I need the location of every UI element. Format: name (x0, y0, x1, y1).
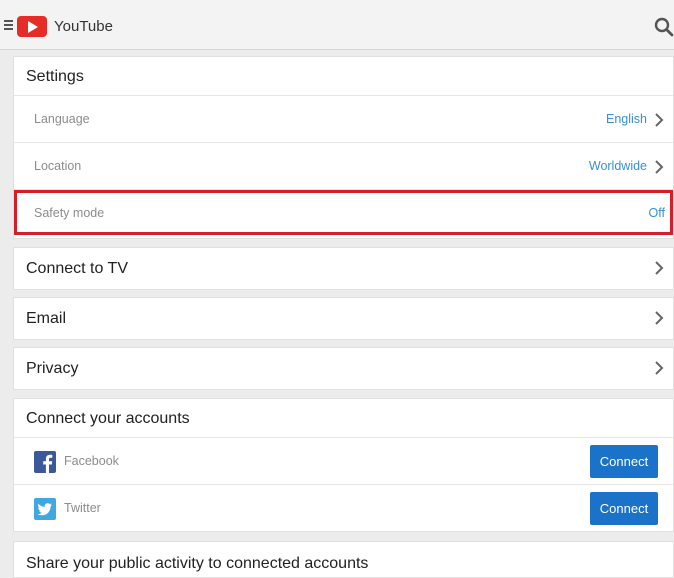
share-title: Share your public activity to connected … (26, 555, 369, 572)
share-card: Share your public activity to connected … (13, 541, 674, 578)
privacy-row[interactable]: Privacy (14, 348, 673, 389)
facebook-icon (34, 451, 56, 473)
privacy-card[interactable]: Privacy (13, 347, 674, 390)
connect-tv-row[interactable]: Connect to TV (14, 248, 673, 289)
facebook-connect-button[interactable]: Connect (590, 445, 658, 478)
safety-mode-value: Off (648, 206, 665, 220)
email-card[interactable]: Email (13, 297, 674, 340)
app-header: YouTube (0, 0, 674, 50)
chevron-right-icon (655, 261, 664, 275)
facebook-label: Facebook (64, 454, 119, 468)
facebook-row: Facebook Connect (14, 438, 673, 485)
safety-mode-label: Safety mode (34, 206, 105, 220)
app-title: YouTube (54, 18, 113, 35)
email-row[interactable]: Email (14, 298, 673, 339)
location-row[interactable]: Location Worldwide (14, 143, 673, 190)
search-icon[interactable] (654, 17, 674, 37)
twitter-icon (34, 498, 56, 520)
twitter-label: Twitter (64, 501, 101, 515)
language-label: Language (34, 112, 90, 126)
safety-mode-row[interactable]: Safety mode Off (14, 190, 673, 235)
settings-card: Settings Language English Location World… (13, 56, 674, 239)
chevron-right-icon (655, 361, 664, 375)
privacy-label: Privacy (26, 360, 79, 377)
language-value: English (606, 112, 647, 126)
accounts-title: Connect your accounts (14, 399, 673, 438)
email-label: Email (26, 310, 67, 327)
chevron-right-icon (655, 160, 664, 174)
location-value: Worldwide (588, 159, 647, 173)
settings-title: Settings (14, 57, 673, 96)
location-label: Location (34, 159, 82, 173)
chevron-right-icon (655, 113, 664, 127)
twitter-connect-button[interactable]: Connect (590, 492, 658, 525)
connect-tv-card[interactable]: Connect to TV (13, 247, 674, 290)
menu-icon[interactable] (4, 20, 13, 32)
language-row[interactable]: Language English (14, 96, 673, 143)
twitter-row: Twitter Connect (14, 485, 673, 532)
youtube-logo-icon[interactable] (17, 16, 47, 37)
connect-tv-label: Connect to TV (26, 260, 128, 277)
accounts-card: Connect your accounts Facebook Connect T… (13, 398, 674, 532)
chevron-right-icon (655, 311, 664, 325)
